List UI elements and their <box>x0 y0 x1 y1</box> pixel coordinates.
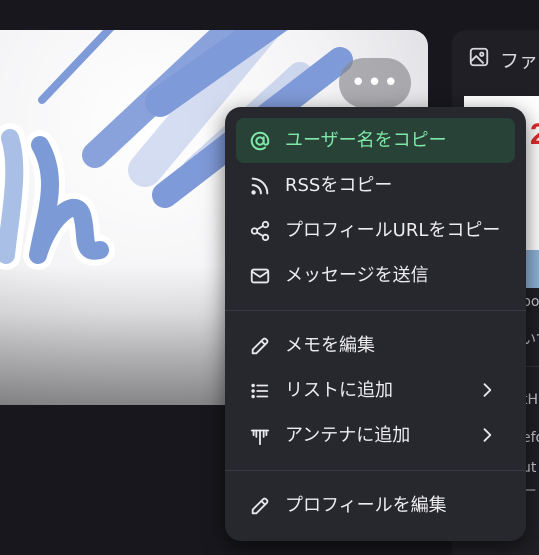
image-icon <box>468 46 490 73</box>
menu-item-label: プロフィールURLをコピー <box>285 219 501 241</box>
files-panel-header[interactable]: ファ <box>468 46 538 73</box>
edit-profile-item[interactable]: プロフィールを編集 <box>236 483 515 528</box>
rss-icon <box>248 174 272 198</box>
files-panel-title: ファ <box>500 50 539 72</box>
menu-item-label: アンテナに追加 <box>285 424 411 446</box>
profile-context-menu: ユーザー名をコピー RSSをコピー プロフィールURLをコピー メッセージを送信… <box>225 107 526 541</box>
menu-item-label: リストに追加 <box>285 379 393 401</box>
copy-rss-item[interactable]: RSSをコピー <box>236 163 515 208</box>
copy-username-item[interactable]: ユーザー名をコピー <box>236 118 515 163</box>
menu-item-label: メモを編集 <box>285 334 375 356</box>
chevron-right-icon <box>483 383 492 397</box>
edit-memo-item[interactable]: メモを編集 <box>236 323 515 368</box>
antenna-icon <box>248 424 272 448</box>
at-icon <box>248 129 272 153</box>
menu-item-label: ユーザー名をコピー <box>285 129 447 151</box>
send-message-item[interactable]: メッセージを送信 <box>236 253 515 298</box>
share-icon <box>248 219 272 243</box>
menu-item-label: RSSをコピー <box>285 174 393 196</box>
pencil-icon <box>248 334 272 358</box>
menu-divider <box>225 470 526 471</box>
add-to-antenna-item[interactable]: アンテナに追加 <box>236 413 515 458</box>
list-icon <box>248 379 272 403</box>
mail-icon <box>248 264 272 288</box>
menu-item-label: メッセージを送信 <box>285 264 429 286</box>
menu-item-label: プロフィールを編集 <box>285 494 447 516</box>
pencil-icon <box>248 494 272 518</box>
chevron-right-icon <box>483 428 492 442</box>
add-to-list-item[interactable]: リストに追加 <box>236 368 515 413</box>
thumbnail-number: 2 <box>530 118 539 151</box>
menu-divider <box>225 310 526 311</box>
more-options-button[interactable]: ••• <box>339 58 411 108</box>
copy-profile-url-item[interactable]: プロフィールURLをコピー <box>236 208 515 253</box>
